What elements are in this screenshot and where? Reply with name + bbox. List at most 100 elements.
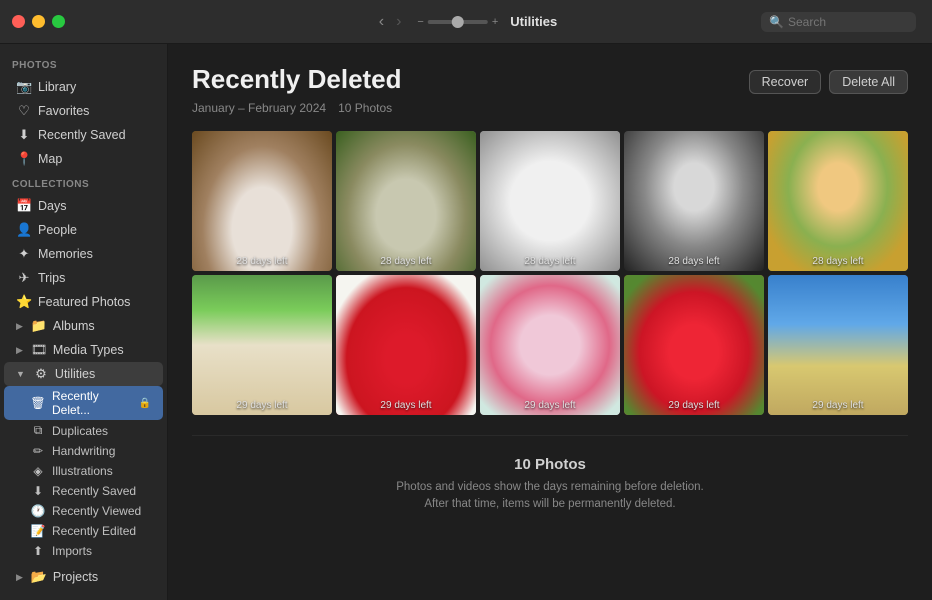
expand-icon: ▶ <box>16 321 23 332</box>
albums-icon: 📁 <box>31 318 47 334</box>
sidebar-item-media-types[interactable]: ▶ 🎞 Media Types <box>4 338 163 362</box>
illustrations-icon: ◈ <box>30 464 46 478</box>
photo-overlay-7 <box>336 275 476 415</box>
sidebar-item-label: Utilities <box>55 367 95 381</box>
sidebar-subitem-recently-edited[interactable]: 📝 Recently Edited <box>4 521 163 541</box>
photo-cell-3[interactable]: 28 days left <box>480 131 620 271</box>
photo-overlay-8 <box>480 275 620 415</box>
person-icon: 👤 <box>16 222 32 238</box>
sidebar-item-utilities[interactable]: ▼ ⚙ Utilities <box>4 362 163 386</box>
photo-cell-5[interactable]: 28 days left <box>768 131 908 271</box>
sidebar-item-library[interactable]: 📷 Library <box>4 75 163 99</box>
photo-overlay-2 <box>336 131 476 271</box>
sidebar-item-projects[interactable]: ▶ 📂 Projects <box>4 565 163 589</box>
photo-grid: 28 days left28 days left28 days left28 d… <box>192 131 908 415</box>
minimize-button[interactable] <box>32 15 45 28</box>
zoom-minus-icon: − <box>417 16 423 28</box>
search-input[interactable] <box>788 15 908 29</box>
photo-cell-2[interactable]: 28 days left <box>336 131 476 271</box>
sidebar-item-label: Media Types <box>53 343 124 357</box>
collections-section-label: Collections <box>0 171 167 194</box>
trips-icon: ✈ <box>16 270 32 286</box>
expand-icon: ▶ <box>16 345 23 356</box>
photo-label-4: 28 days left <box>624 256 764 267</box>
photo-cell-1[interactable]: 28 days left <box>192 131 332 271</box>
header-actions: Recover Delete All <box>749 70 908 94</box>
window-controls <box>12 15 65 28</box>
sidebar-subitem-label: Recently Edited <box>52 524 136 538</box>
sidebar-subitem-recently-viewed[interactable]: 🕐 Recently Viewed <box>4 501 163 521</box>
sidebar-subitem-imports[interactable]: ⬆ Imports <box>4 541 163 561</box>
footer-info: 10 Photos Photos and videos show the day… <box>192 435 908 524</box>
heart-icon: ♡ <box>16 103 32 119</box>
sidebar-subitem-recently-saved-util[interactable]: ⬇ Recently Saved <box>4 481 163 501</box>
nav-arrows: ‹ › <box>375 11 406 33</box>
zoom-thumb <box>452 16 464 28</box>
close-button[interactable] <box>12 15 25 28</box>
sidebar-item-featured-photos[interactable]: ⭐ Featured Photos <box>4 290 163 314</box>
photo-cell-4[interactable]: 28 days left <box>624 131 764 271</box>
photo-overlay-6 <box>192 275 332 415</box>
search-box[interactable]: 🔍 <box>761 12 916 32</box>
delete-all-button[interactable]: Delete All <box>829 70 908 94</box>
expand-icon: ▼ <box>16 369 25 379</box>
photo-overlay-9 <box>624 275 764 415</box>
maximize-button[interactable] <box>52 15 65 28</box>
media-icon: 🎞 <box>31 342 47 358</box>
photo-overlay-1 <box>192 131 332 271</box>
sidebar-subitem-handwriting[interactable]: ✏ Handwriting <box>4 441 163 461</box>
back-button[interactable]: ‹ <box>375 11 388 33</box>
photo-overlay-4 <box>624 131 764 271</box>
sidebar-item-favorites[interactable]: ♡ Favorites <box>4 99 163 123</box>
sidebar-subitem-duplicates[interactable]: ⧉ Duplicates <box>4 420 163 441</box>
sidebar-item-trips[interactable]: ✈ Trips <box>4 266 163 290</box>
sidebar-item-label: Projects <box>53 570 98 584</box>
zoom-control: − + <box>417 16 498 28</box>
footer-count: 10 Photos <box>192 456 908 473</box>
sidebar-item-label: Memories <box>38 247 93 261</box>
sidebar-item-label: Library <box>38 80 76 94</box>
sidebar-subitem-illustrations[interactable]: ◈ Illustrations <box>4 461 163 481</box>
photo-cell-7[interactable]: 29 days left <box>336 275 476 415</box>
sidebar-subitem-label: Duplicates <box>52 424 108 438</box>
date-range: January – February 2024 <box>192 101 326 115</box>
date-info: January – February 2024 10 Photos <box>192 101 908 115</box>
sidebar-subitem-recently-deleted[interactable]: 🗑 Recently Delet... 🔒 <box>4 386 163 420</box>
photo-cell-10[interactable]: 29 days left <box>768 275 908 415</box>
footer-desc-line2: After that time, items will be permanent… <box>424 498 675 510</box>
search-icon: 🔍 <box>769 15 784 29</box>
photo-label-10: 29 days left <box>768 400 908 411</box>
footer-desc-line1: Photos and videos show the days remainin… <box>396 481 704 493</box>
sidebar: Photos 📷 Library ♡ Favorites ⬇ Recently … <box>0 44 168 600</box>
memories-icon: ✦ <box>16 246 32 262</box>
main-layout: Photos 📷 Library ♡ Favorites ⬇ Recently … <box>0 44 932 600</box>
zoom-slider[interactable] <box>428 20 488 24</box>
calendar-icon: 📅 <box>16 198 32 214</box>
sidebar-subitem-label: Recently Viewed <box>52 504 141 518</box>
title-bar-center: ‹ › − + Utilities <box>375 11 558 33</box>
sidebar-item-people[interactable]: 👤 People <box>4 218 163 242</box>
title-bar: ‹ › − + Utilities 🔍 <box>0 0 932 44</box>
sidebar-item-recently-saved[interactable]: ⬇ Recently Saved <box>4 123 163 147</box>
sidebar-item-label: Favorites <box>38 104 89 118</box>
sidebar-subitem-label: Handwriting <box>52 444 115 458</box>
sidebar-item-memories[interactable]: ✦ Memories <box>4 242 163 266</box>
photo-label-5: 28 days left <box>768 256 908 267</box>
forward-button[interactable]: › <box>392 11 405 33</box>
photo-cell-8[interactable]: 29 days left <box>480 275 620 415</box>
sidebar-item-label: Trips <box>38 271 65 285</box>
photo-cell-6[interactable]: 29 days left <box>192 275 332 415</box>
recover-button[interactable]: Recover <box>749 70 822 94</box>
sidebar-subitem-label: Recently Delet... <box>52 389 131 417</box>
sidebar-item-map[interactable]: 📍 Map <box>4 147 163 171</box>
sidebar-item-albums[interactable]: ▶ 📁 Albums <box>4 314 163 338</box>
expand-icon: ▶ <box>16 572 23 583</box>
sidebar-item-label: Map <box>38 152 62 166</box>
star-icon: ⭐ <box>16 294 32 310</box>
projects-icon: 📂 <box>31 569 47 585</box>
recently-viewed-icon: 🕐 <box>30 504 46 518</box>
photo-cell-9[interactable]: 29 days left <box>624 275 764 415</box>
sidebar-subitem-label: Recently Saved <box>52 484 136 498</box>
photo-label-7: 29 days left <box>336 400 476 411</box>
sidebar-item-days[interactable]: 📅 Days <box>4 194 163 218</box>
